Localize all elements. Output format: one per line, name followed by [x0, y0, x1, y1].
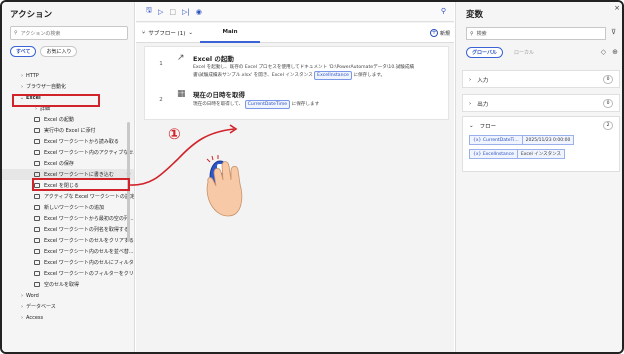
- section-label: 出力: [477, 102, 489, 108]
- section-input[interactable]: › 入力 0: [462, 70, 620, 88]
- variable-value: 2025/11/23 0:00:00: [522, 135, 575, 145]
- variables-actions: ◇ ⊕: [601, 48, 618, 56]
- variables-panel: 変数 ⚲ 検索 ⊽ グローバル ローカル ◇ ⊕ › 入力 0 › 出力 0 ⌄ フロ…: [455, 2, 622, 352]
- variable-value: Excel インスタンス: [517, 149, 566, 159]
- section-output[interactable]: › 出力 0: [462, 94, 620, 112]
- tab-global[interactable]: グローバル: [466, 47, 503, 58]
- mouse-hand-icon: [206, 155, 243, 217]
- variable-row[interactable]: {x} CurrentDateTi... 2025/11/23 0:00:00: [469, 135, 619, 145]
- section-label: 入力: [477, 78, 489, 84]
- eraser-icon[interactable]: ◇: [601, 48, 606, 56]
- add-variable-icon[interactable]: ⊕: [612, 48, 618, 56]
- chevron-right-icon: ›: [469, 101, 472, 107]
- section-flow[interactable]: ⌄ フロー 2 {x} CurrentDateTi... 2025/11/23 0…: [462, 116, 620, 172]
- chevron-down-icon: ⌄: [469, 123, 474, 129]
- app-window: アクション ⚲ アクションの検索 すべて お気に入り › HTTP › ブラウザー自動…: [0, 0, 624, 354]
- variables-scope-tabs: グローバル ローカル: [466, 47, 539, 58]
- tab-local[interactable]: ローカル: [509, 47, 539, 58]
- close-icon[interactable]: ×: [614, 4, 620, 12]
- chevron-right-icon: ›: [469, 77, 472, 83]
- section-count: 0: [603, 99, 613, 108]
- variables-title: 変数: [466, 10, 484, 20]
- filter-icon[interactable]: ⊽: [611, 28, 616, 36]
- section-label: フロー: [479, 124, 497, 130]
- variables-search-input[interactable]: ⚲ 検索: [466, 27, 606, 40]
- variable-name: {x} CurrentDateTi...: [469, 135, 523, 145]
- search-icon: ⚲: [470, 30, 474, 37]
- section-count: 0: [603, 75, 613, 84]
- variables-search-placeholder: 検索: [476, 31, 487, 37]
- variable-name: {x} ExcelInstance: [469, 149, 518, 159]
- variable-row[interactable]: {x} ExcelInstance Excel インスタンス: [469, 149, 619, 159]
- section-count: 2: [603, 121, 613, 130]
